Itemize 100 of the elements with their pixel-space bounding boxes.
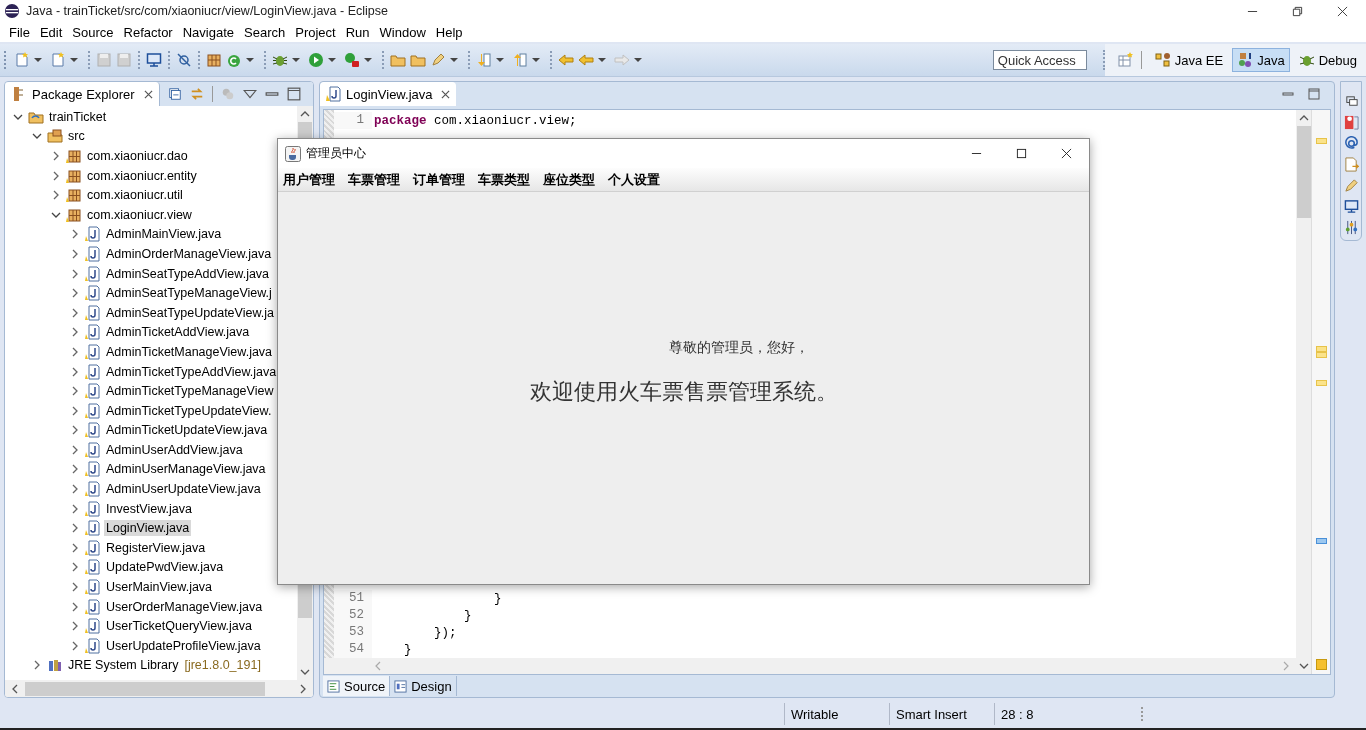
view-tab[interactable]: Package Explorer [5, 82, 160, 106]
tree-item[interactable]: AdminOrderManageView.java [104, 245, 274, 262]
scrollbar-thumb[interactable] [1296, 126, 1311, 218]
tree-item[interactable]: AdminUserManageView.java [104, 461, 268, 478]
at-sign-icon[interactable] [1343, 136, 1359, 151]
chevron-icon[interactable] [70, 229, 80, 240]
caret-icon[interactable] [328, 57, 336, 63]
caret-icon[interactable] [598, 57, 606, 63]
chevron-icon[interactable] [70, 523, 80, 534]
scroll-up-icon[interactable] [1298, 114, 1309, 122]
caret-icon[interactable] [450, 57, 458, 63]
chevron-icon[interactable] [70, 327, 80, 338]
chevron-icon[interactable] [51, 151, 61, 161]
scroll-right-icon[interactable] [299, 683, 307, 694]
tree-item[interactable]: UserMainView.java [104, 579, 215, 596]
chevron-icon[interactable] [70, 248, 80, 259]
chevron-icon[interactable] [70, 484, 80, 495]
open-folder-icon[interactable] [410, 52, 426, 68]
scroll-left-icon[interactable] [11, 683, 19, 694]
close-icon[interactable] [440, 89, 450, 99]
tree-item[interactable]: RegisterView.java [104, 539, 208, 556]
tree-item[interactable]: UserTicketQueryView.java [104, 618, 254, 635]
menu-item[interactable]: 个人设置 [608, 170, 660, 189]
tree-item[interactable]: AdminMainView.java [104, 226, 224, 243]
perspective-button[interactable]: Java EE [1149, 48, 1229, 72]
caret-icon[interactable] [532, 57, 540, 63]
menu-item[interactable]: Edit [34, 24, 68, 40]
scroll-down-icon[interactable] [1298, 662, 1309, 670]
menu-item[interactable]: Search [239, 24, 291, 40]
menu-item[interactable]: Run [340, 24, 375, 40]
tree-item[interactable]: src [66, 128, 87, 145]
menu-item[interactable]: Refactor [118, 24, 178, 40]
tree-item[interactable]: AdminUserUpdateView.java [104, 481, 263, 498]
card-icon[interactable] [1343, 115, 1359, 130]
view-menu-icon[interactable] [242, 87, 257, 101]
menu-item[interactable]: File [4, 24, 35, 40]
tree-item[interactable]: com.xiaoniucr.dao [85, 148, 190, 164]
package-icon[interactable] [206, 52, 222, 68]
chevron-icon[interactable] [70, 268, 80, 279]
monitor-icon[interactable] [1343, 199, 1359, 214]
caret-icon[interactable] [364, 57, 372, 63]
menu-item[interactable]: Source [67, 24, 119, 40]
caret-icon[interactable] [70, 57, 78, 63]
tree-item[interactable]: AdminTicketTypeManageView [104, 383, 276, 400]
menu-item[interactable]: Window [374, 24, 431, 40]
editor-tab[interactable]: LoginView.java [320, 82, 456, 106]
menu-item[interactable]: 用户管理 [283, 170, 335, 189]
chevron-icon[interactable] [70, 386, 80, 397]
close-icon[interactable] [1061, 148, 1072, 159]
tree-item[interactable]: AdminTicketManageView.java [104, 343, 275, 360]
chevron-icon[interactable] [70, 640, 80, 651]
caret-icon[interactable] [496, 57, 504, 63]
chevron-icon[interactable] [70, 405, 80, 416]
menu-item[interactable]: 车票类型 [478, 170, 530, 189]
menu-item[interactable]: Project [290, 24, 341, 40]
tree-item[interactable]: AdminSeatTypeAddView.java [104, 265, 272, 282]
tree-item[interactable]: AdminTicketUpdateView.java [104, 422, 270, 439]
quick-access-field[interactable]: Quick Access [992, 50, 1087, 70]
chevron-icon[interactable] [70, 601, 80, 612]
chevron-icon[interactable] [70, 307, 80, 318]
tree-item[interactable]: UserOrderManageView.java [104, 598, 265, 615]
restore-icon[interactable] [1292, 5, 1303, 17]
tree-item[interactable]: AdminTicketTypeUpdateView. [104, 402, 274, 419]
tree-item[interactable]: AdminUserAddView.java [104, 441, 245, 458]
chevron-icon[interactable] [70, 288, 80, 299]
perspective-button[interactable]: Java [1232, 48, 1290, 72]
chevron-icon[interactable] [70, 562, 80, 573]
scroll-down-icon[interactable] [300, 668, 310, 676]
run-tool-icon[interactable] [344, 52, 360, 68]
tree-item[interactable]: trainTicket [47, 108, 109, 125]
menu-item[interactable]: 座位类型 [543, 170, 595, 189]
chevron-icon[interactable] [70, 621, 80, 632]
tree-item[interactable]: InvestView.java [104, 500, 194, 517]
chevron-icon[interactable] [70, 582, 80, 593]
tree-item[interactable]: AdminTicketTypeAddView.java [104, 363, 279, 380]
perspective-button[interactable]: Debug [1293, 48, 1362, 72]
caret-icon[interactable] [34, 57, 42, 63]
chevron-icon[interactable] [70, 503, 80, 514]
menu-item[interactable]: Navigate [177, 24, 239, 40]
collapse-all-icon[interactable] [167, 87, 182, 101]
maximize-icon[interactable] [1016, 148, 1027, 159]
caret-icon[interactable] [634, 57, 642, 63]
chevron-icon[interactable] [51, 190, 61, 201]
tree-item[interactable]: com.xiaoniucr.view [85, 206, 194, 223]
tree-item[interactable]: AdminTicketAddView.java [104, 324, 252, 341]
sliders-icon[interactable] [1343, 220, 1359, 235]
chevron-icon[interactable] [70, 425, 80, 436]
chevron-icon[interactable] [51, 170, 61, 181]
scroll-up-icon[interactable] [300, 110, 310, 118]
tree-item[interactable]: AdminSeatTypeManageView.j [104, 285, 274, 302]
caret-icon[interactable] [292, 57, 300, 63]
tree-item[interactable]: UserUpdateProfileView.java [104, 637, 263, 654]
tree-item[interactable]: AdminSeatTypeUpdateView.ja [104, 304, 276, 321]
editor-mode-tab[interactable]: Source [323, 676, 391, 696]
menu-item[interactable]: Help [430, 24, 468, 40]
document-icon[interactable] [1343, 157, 1359, 172]
menu-item[interactable]: 车票管理 [348, 170, 400, 189]
warning-marker[interactable] [1316, 659, 1327, 670]
folder-icon[interactable] [390, 52, 406, 68]
tree-item[interactable]: com.xiaoniucr.entity [85, 167, 199, 184]
